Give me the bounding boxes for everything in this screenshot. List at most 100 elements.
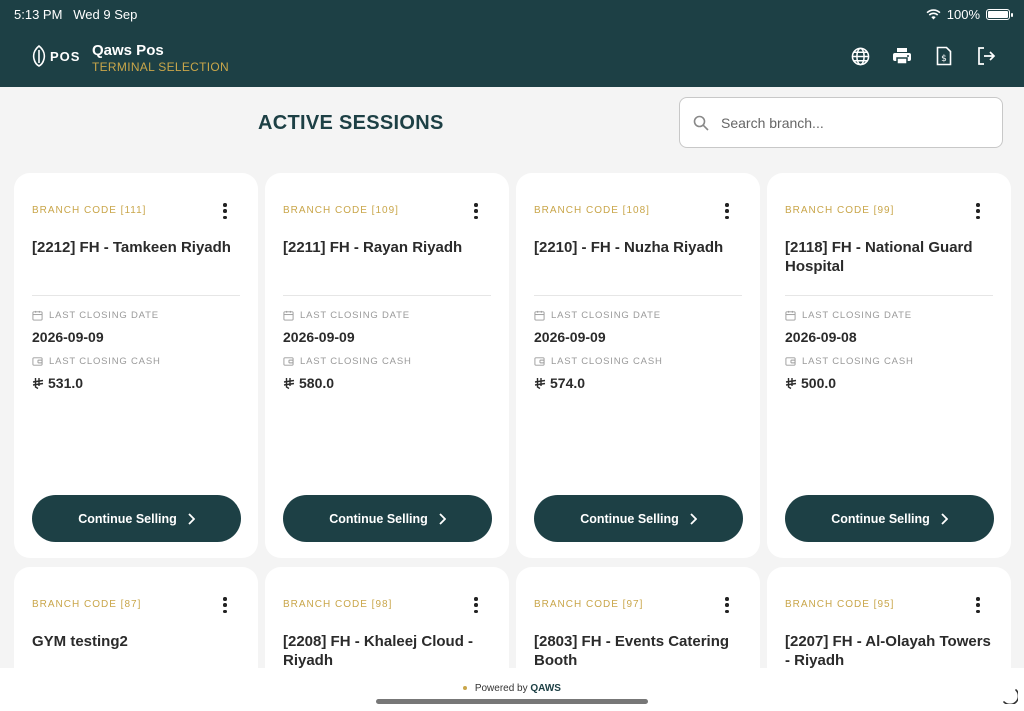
more-options-icon[interactable] xyxy=(222,597,228,613)
last-closing-cash-value: 500.0 xyxy=(785,375,836,391)
continue-selling-button[interactable]: Continue Selling xyxy=(32,495,241,542)
branch-code: BRANCH CODE [98] xyxy=(283,599,393,610)
calendar-icon xyxy=(283,310,294,321)
branch-code: BRANCH CODE [108] xyxy=(534,205,650,216)
home-indicator[interactable] xyxy=(376,699,648,704)
label-text: LAST CLOSING CASH xyxy=(802,356,914,367)
battery-percent: 100% xyxy=(946,7,980,22)
last-closing-cash-value: 574.0 xyxy=(534,375,585,391)
powered-prefix: Powered by xyxy=(474,683,528,694)
date-text: 2026-09-09 xyxy=(534,329,606,345)
last-closing-date-value: 2026-09-09 xyxy=(534,329,606,345)
button-label: Continue Selling xyxy=(329,511,428,526)
button-label: Continue Selling xyxy=(580,511,679,526)
more-options-icon[interactable] xyxy=(724,203,730,219)
more-options-icon[interactable] xyxy=(724,597,730,613)
last-closing-cash-label: LAST CLOSING CASH xyxy=(32,356,161,367)
more-options-icon[interactable] xyxy=(473,203,479,219)
branch-name: [2211] FH - Rayan Riyadh xyxy=(283,239,463,256)
calendar-icon xyxy=(32,310,43,321)
branch-code: BRANCH CODE [111] xyxy=(32,205,147,216)
chevron-right-icon xyxy=(690,512,697,525)
page-title: ACTIVE SESSIONS xyxy=(258,112,444,134)
app-header: 5:13 PM Wed 9 Sep 100% POS Qaws Pos TERM… xyxy=(0,0,1024,87)
cash-text: 580.0 xyxy=(299,375,335,391)
app-title: Qaws Pos xyxy=(92,42,164,59)
card-divider xyxy=(534,295,742,296)
calendar-icon xyxy=(534,310,545,321)
button-label: Continue Selling xyxy=(78,511,177,526)
wallet-icon xyxy=(785,357,796,366)
svg-text:$: $ xyxy=(941,54,947,64)
wifi-icon xyxy=(926,9,941,20)
loading-spinner-icon xyxy=(1003,689,1018,704)
status-date: Wed 9 Sep xyxy=(73,7,138,22)
cash-text: 574.0 xyxy=(550,375,586,391)
branch-code: BRANCH CODE [99] xyxy=(785,205,895,216)
label-text: LAST CLOSING DATE xyxy=(551,310,661,321)
status-time: 5:13 PM Wed 9 Sep xyxy=(14,7,137,22)
pos-logo: POS xyxy=(32,45,80,67)
last-closing-date-value: 2026-09-08 xyxy=(785,329,857,345)
branch-name: [2212] FH - Tamkeen Riyadh xyxy=(32,239,231,256)
label-text: LAST CLOSING DATE xyxy=(300,310,410,321)
session-card: BRANCH CODE [108] [2210] - FH - Nuzha Riy… xyxy=(516,173,760,558)
branch-code: BRANCH CODE [109] xyxy=(283,205,399,216)
chevron-right-icon xyxy=(188,512,195,525)
search-input[interactable] xyxy=(721,114,971,131)
last-closing-date-label: LAST CLOSING DATE xyxy=(32,310,159,321)
last-closing-date-value: 2026-09-09 xyxy=(32,329,104,345)
invoice-icon[interactable]: $ xyxy=(934,45,954,67)
riyal-currency-icon xyxy=(785,377,797,389)
last-closing-date-label: LAST CLOSING DATE xyxy=(534,310,661,321)
last-closing-cash-value: 580.0 xyxy=(283,375,334,391)
header-actions: $ xyxy=(850,45,996,67)
more-options-icon[interactable] xyxy=(473,597,479,613)
session-card: BRANCH CODE [111] [2212] FH - Tamkeen Riy… xyxy=(14,173,258,558)
branch-name: [2118] FH - National Guard Hospital xyxy=(785,239,973,275)
accent-dot xyxy=(463,686,468,691)
logout-icon[interactable] xyxy=(976,45,996,67)
label-text: LAST CLOSING DATE xyxy=(49,310,159,321)
powered-by: Powered by QAWS xyxy=(0,683,1024,694)
last-closing-cash-label: LAST CLOSING CASH xyxy=(283,356,412,367)
wallet-icon xyxy=(534,357,545,366)
powered-brand: QAWS xyxy=(530,683,561,694)
riyal-currency-icon xyxy=(32,377,44,389)
status-bar: 5:13 PM Wed 9 Sep 100% xyxy=(0,0,1024,28)
calendar-icon xyxy=(785,310,796,321)
more-options-icon[interactable] xyxy=(975,597,981,613)
last-closing-cash-label: LAST CLOSING CASH xyxy=(534,356,663,367)
footer: Powered by QAWS xyxy=(0,668,1024,711)
branch-name: [2208] FH - Khaleej Cloud - Riyadh xyxy=(283,633,474,669)
printer-icon[interactable] xyxy=(892,45,912,67)
search-box xyxy=(679,97,1003,148)
branch-name: [2210] - FH - Nuzha Riyadh xyxy=(534,239,724,256)
search-icon xyxy=(693,115,709,131)
app-subtitle: TERMINAL SELECTION xyxy=(92,60,229,74)
label-text: LAST CLOSING CASH xyxy=(300,356,412,367)
last-closing-cash-label: LAST CLOSING CASH xyxy=(785,356,914,367)
more-options-icon[interactable] xyxy=(975,203,981,219)
date-text: 2026-09-09 xyxy=(283,329,355,345)
branch-code: BRANCH CODE [95] xyxy=(785,599,895,610)
last-closing-date-label: LAST CLOSING DATE xyxy=(283,310,410,321)
last-closing-date-value: 2026-09-09 xyxy=(283,329,355,345)
date-text: 2026-09-09 xyxy=(32,329,104,345)
branch-name: GYM testing2 xyxy=(32,633,128,650)
branch-name: [2803] FH - Events Catering Booth xyxy=(534,633,730,669)
session-card: BRANCH CODE [99] [2118] FH - National Gua… xyxy=(767,173,1011,558)
logo-text: POS xyxy=(50,48,81,64)
globe-icon[interactable] xyxy=(850,45,870,67)
riyal-currency-icon xyxy=(534,377,546,389)
chevron-right-icon xyxy=(439,512,446,525)
status-indicators: 100% xyxy=(926,7,1013,22)
session-card: BRANCH CODE [109] [2211] FH - Rayan Riyad… xyxy=(265,173,509,558)
riyal-currency-icon xyxy=(283,377,295,389)
branch-code: BRANCH CODE [87] xyxy=(32,599,142,610)
continue-selling-button[interactable]: Continue Selling xyxy=(785,495,994,542)
continue-selling-button[interactable]: Continue Selling xyxy=(534,495,743,542)
button-label: Continue Selling xyxy=(831,511,930,526)
continue-selling-button[interactable]: Continue Selling xyxy=(283,495,492,542)
more-options-icon[interactable] xyxy=(222,203,228,219)
